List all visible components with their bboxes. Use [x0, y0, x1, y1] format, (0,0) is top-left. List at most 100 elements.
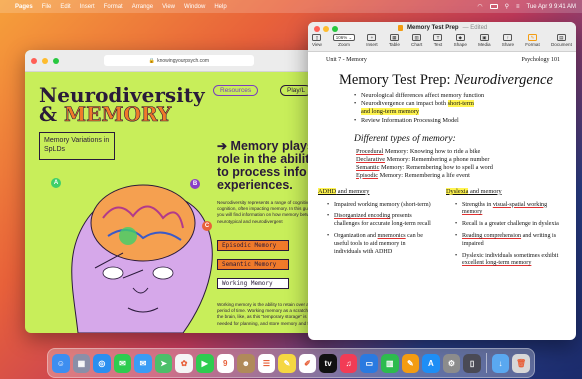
downloads-folder-icon[interactable]: ↓ [491, 353, 510, 373]
nav-play-tab[interactable]: Play/L [280, 85, 312, 96]
numbers-icon[interactable]: ▥ [381, 353, 399, 373]
type-desc: Memory: Remembering a life event [378, 171, 470, 179]
list-item: Procedural Memory: Knowing how to ride a… [356, 148, 568, 156]
contacts-icon[interactable]: ☻ [237, 353, 255, 373]
highlight: short-term [447, 100, 474, 108]
dock: ☺ ▦ ◎ ✉ ✉ ➤ ✿ ▶ 9 ☻ ☰ ✎ ✐ tv ♫ ▭ ▥ ✎ A ⚙ ▯ ↓ 🗑 [47, 348, 535, 378]
toolbar-share-button[interactable]: ↑ Share [502, 34, 514, 47]
minimize-window-button[interactable] [42, 57, 48, 64]
toolbar-label: Text [433, 42, 443, 47]
menu-edit[interactable]: Edit [60, 4, 70, 10]
badge-a[interactable]: A [51, 178, 61, 188]
header-right: Psychology 101 [521, 57, 560, 63]
pages-icon[interactable]: ✎ [401, 353, 420, 373]
maps-icon[interactable]: ➤ [154, 353, 173, 373]
toolbar-label: Chart [411, 42, 423, 47]
item-text: Recall is a greater challenge in dyslexi… [462, 221, 559, 228]
list-item: Dyslexic individuals sometimes exhibit e… [455, 253, 562, 269]
freeform-icon[interactable]: ✐ [298, 353, 317, 373]
music-icon[interactable]: ♫ [339, 353, 358, 373]
list-item: Semantic Memory: Remembering how to spel… [356, 164, 568, 172]
document-page[interactable]: Unit 7 - Memory Psychology 101 Memory Te… [318, 54, 568, 340]
page-title-italic: Neurodivergence [454, 72, 553, 88]
toolbar-chart-button[interactable]: ▥ Chart [411, 34, 422, 47]
safari-toolbar: 🔒 knowingyourpsych.com [25, 50, 325, 72]
zoom-value: 106% [335, 35, 348, 40]
zoom-window-button[interactable] [332, 26, 338, 32]
toolbar-document-button[interactable]: ▤ Document [551, 34, 572, 47]
semantic-memory-button[interactable]: Semantic Memory [217, 259, 289, 270]
bullet-text: Neurodivergence can impact both [361, 100, 448, 108]
calendar-icon[interactable]: 9 [216, 353, 235, 373]
list-item: Disorganized encoding presents challenge… [327, 213, 434, 229]
mail-icon[interactable]: ✉ [134, 353, 152, 373]
list-item: Neurological differences affect memory f… [354, 92, 568, 100]
toolbar-text-button[interactable]: T Text [433, 34, 443, 47]
minimize-window-button[interactable] [323, 26, 329, 32]
menu-clock[interactable]: Tue Apr 9 9:41 AM [527, 4, 576, 10]
safari-icon[interactable]: ◎ [93, 353, 111, 373]
toolbar-format-button[interactable]: ✎ Format [525, 34, 540, 47]
site-title: Neurodiversity & MEMORY [39, 85, 205, 124]
toolbar-insert-button[interactable]: + Insert [366, 34, 378, 47]
toolbar-media-button[interactable]: ▣ Media [478, 34, 491, 47]
item-term: excellent long-term memory [462, 260, 532, 267]
finder-icon[interactable]: ☺ [52, 353, 70, 373]
subheading: Different types of memory: [354, 133, 456, 144]
address-bar[interactable]: 🔒 knowingyourpsych.com [104, 55, 254, 66]
notes-icon[interactable]: ✎ [278, 353, 296, 373]
zoom-window-button[interactable] [53, 57, 59, 64]
badge-b[interactable]: B [190, 179, 200, 189]
item-term: Reading comprehension [462, 233, 522, 239]
toolbar-view-button[interactable]: ▯ View [312, 34, 322, 47]
nav-resources-tab[interactable]: Resources [213, 85, 259, 96]
trash-icon[interactable]: 🗑 [512, 353, 530, 373]
toolbar-table-button[interactable]: ▦ Table [389, 34, 400, 47]
memory-variations-card[interactable]: Memory Variations in SpLDs [39, 132, 115, 160]
menu-view[interactable]: View [162, 4, 175, 10]
chart-icon: ▥ [412, 34, 422, 41]
working-memory-button[interactable]: Working Memory [217, 278, 289, 289]
sidebar-icon: ▯ [312, 34, 322, 41]
badge-c[interactable]: C [202, 221, 212, 231]
menu-insert[interactable]: Insert [80, 4, 95, 10]
wifi-icon[interactable]: ◠ [477, 3, 482, 10]
messages-icon[interactable]: ✉ [113, 353, 132, 373]
control-center-icon[interactable]: ≡ [516, 4, 520, 10]
app-store-icon[interactable]: A [422, 353, 440, 373]
share-icon: ↑ [503, 34, 513, 41]
document-title[interactable]: Memory Test Prep — Edited [398, 25, 487, 31]
facetime-icon[interactable]: ▶ [195, 353, 214, 373]
dock-separator [485, 353, 487, 373]
reminders-icon[interactable]: ☰ [257, 353, 276, 373]
edited-status: — Edited [462, 25, 488, 31]
battery-icon[interactable] [489, 4, 498, 9]
tv-icon[interactable]: tv [319, 353, 337, 373]
episodic-memory-button[interactable]: Episodic Memory [217, 240, 289, 251]
menu-arrange[interactable]: Arrange [132, 4, 153, 10]
close-window-button[interactable] [314, 26, 320, 32]
menu-window[interactable]: Window [184, 4, 205, 10]
photos-icon[interactable]: ✿ [175, 353, 193, 373]
menu-app-name[interactable]: Pages [15, 4, 33, 10]
menu-file[interactable]: File [42, 4, 52, 10]
launchpad-icon[interactable]: ▦ [72, 353, 91, 373]
type-term: Episodic [356, 171, 379, 179]
menu-format[interactable]: Format [104, 4, 123, 10]
system-settings-icon[interactable]: ⚙ [442, 353, 461, 373]
menu-help[interactable]: Help [214, 4, 226, 10]
comparison-columns: ADHD and memory Impaired working memory … [318, 187, 568, 272]
close-window-button[interactable] [31, 57, 37, 64]
type-desc: Memory: Remembering a phone number [385, 155, 490, 163]
keynote-icon[interactable]: ▭ [360, 353, 378, 373]
toolbar-shape-button[interactable]: ◆ Shape [454, 34, 467, 47]
iphone-mirroring-icon[interactable]: ▯ [463, 353, 481, 373]
toolbar-zoom-button[interactable]: 106% ⌄ Zoom [333, 34, 356, 47]
bullet-text: Neurological differences affect memory f… [361, 92, 485, 99]
document-title-text: Memory Test Prep [407, 25, 459, 31]
document-icon: ▤ [556, 34, 566, 41]
search-icon[interactable]: ⚲ [505, 3, 509, 10]
list-item: Neurodivergence can impact both short-te… [354, 100, 568, 116]
list-item: Recall is a greater challenge in dyslexi… [455, 221, 562, 229]
toolbar-label: View [312, 42, 322, 47]
